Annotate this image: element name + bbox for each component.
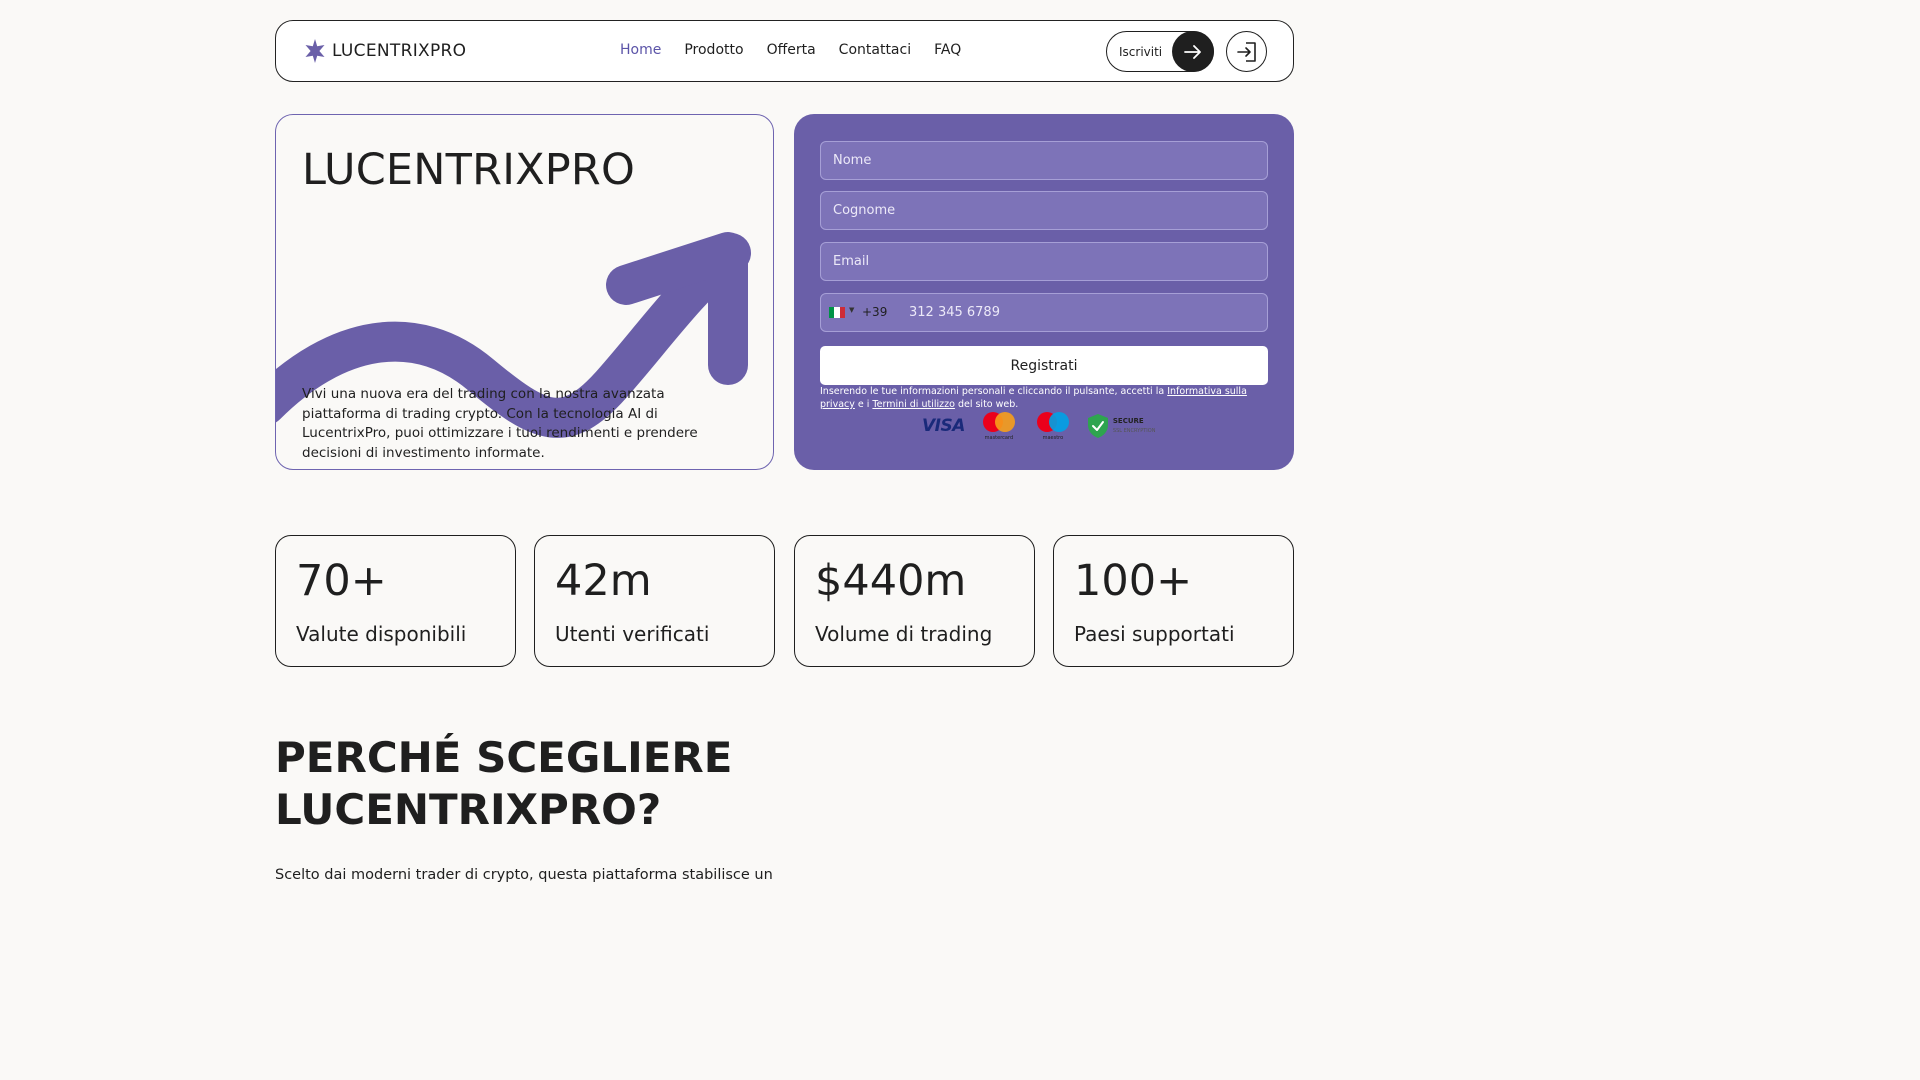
- italy-flag-icon[interactable]: [829, 307, 845, 318]
- nav-links: Home Prodotto Offerta Contattaci FAQ: [620, 42, 961, 58]
- consent-suffix: del sito web.: [954, 399, 1019, 410]
- stat-value: 100+: [1074, 556, 1193, 606]
- secure-badge: SECURE SSL ENCRYPTION: [1087, 413, 1156, 439]
- why-title: PERCHÉ SCEGLIERE LUCENTRIXPRO?: [275, 733, 733, 834]
- payment-logos: VISA mastercard maestro SECURE SSL ENCRYP…: [922, 411, 1155, 441]
- star-logo-icon: [305, 39, 325, 63]
- why-text: Scelto dai moderni trader di crypto, que…: [275, 867, 773, 883]
- navbar: LUCENTRIXPRO Home Prodotto Offerta Conta…: [275, 20, 1294, 82]
- hero-title: LUCENTRIXPRO: [302, 145, 635, 195]
- stat-value: 70+: [296, 556, 387, 606]
- stat-label: Paesi supportati: [1074, 622, 1235, 646]
- signup-label: Iscriviti: [1119, 44, 1163, 59]
- phone-field-group: ▼ +39: [820, 293, 1268, 332]
- registration-form: ▼ +39 Registrati Inserendo le tue inform…: [794, 114, 1294, 470]
- login-button[interactable]: [1226, 31, 1267, 72]
- nav-contattaci[interactable]: Contattaci: [839, 42, 911, 58]
- stat-card: 42m Utenti verificati: [534, 535, 775, 667]
- maestro-caption: maestro: [1042, 435, 1064, 441]
- register-button[interactable]: Registrati: [820, 346, 1268, 385]
- secure-sub: SSL ENCRYPTION: [1112, 427, 1156, 434]
- hero-description: Vivi una nuova era del trading con la no…: [302, 386, 698, 461]
- nav-offerta[interactable]: Offerta: [767, 42, 816, 58]
- stat-label: Valute disponibili: [296, 622, 467, 646]
- shield-check-icon: [1087, 414, 1108, 438]
- nav-faq[interactable]: FAQ: [934, 42, 961, 58]
- consent-mid: e i: [854, 399, 873, 410]
- stat-value: $440m: [815, 556, 967, 606]
- caret-down-icon[interactable]: ▼: [849, 306, 854, 314]
- signup-button[interactable]: Iscriviti: [1106, 31, 1214, 72]
- logo[interactable]: LUCENTRIXPRO: [304, 39, 466, 63]
- stat-value: 42m: [555, 556, 652, 606]
- nav-prodotto[interactable]: Prodotto: [684, 42, 743, 58]
- arrow-right-icon: [1172, 31, 1214, 72]
- nav-home[interactable]: Home: [620, 42, 661, 58]
- last-name-field[interactable]: [820, 191, 1268, 230]
- dial-code: +39: [862, 305, 888, 319]
- stat-card: 70+ Valute disponibili: [275, 535, 516, 667]
- mastercard-caption: mastercard: [984, 435, 1014, 441]
- visa-logo: VISA: [922, 416, 965, 436]
- consent-text: Inserendo le tue informazioni personali …: [820, 385, 1260, 411]
- first-name-field[interactable]: [820, 141, 1268, 180]
- stat-label: Volume di trading: [815, 622, 993, 646]
- hero-card: LUCENTRIXPRO Vivi una nuova era del trad…: [275, 114, 774, 470]
- email-field[interactable]: [820, 242, 1268, 281]
- mastercard-logo: mastercard: [979, 411, 1019, 441]
- maestro-logo: maestro: [1033, 411, 1073, 441]
- secure-label: SECURE: [1112, 416, 1144, 425]
- terms-link[interactable]: Termini di utilizzo: [872, 399, 955, 410]
- login-icon: [1236, 41, 1256, 62]
- brand-name: LUCENTRIXPRO: [332, 41, 467, 61]
- stat-label: Utenti verificati: [555, 622, 710, 646]
- stat-card: $440m Volume di trading: [794, 535, 1035, 667]
- consent-prefix: Inserendo le tue informazioni personali …: [820, 386, 1168, 397]
- phone-field[interactable]: [909, 294, 1259, 331]
- stat-card: 100+ Paesi supportati: [1053, 535, 1294, 667]
